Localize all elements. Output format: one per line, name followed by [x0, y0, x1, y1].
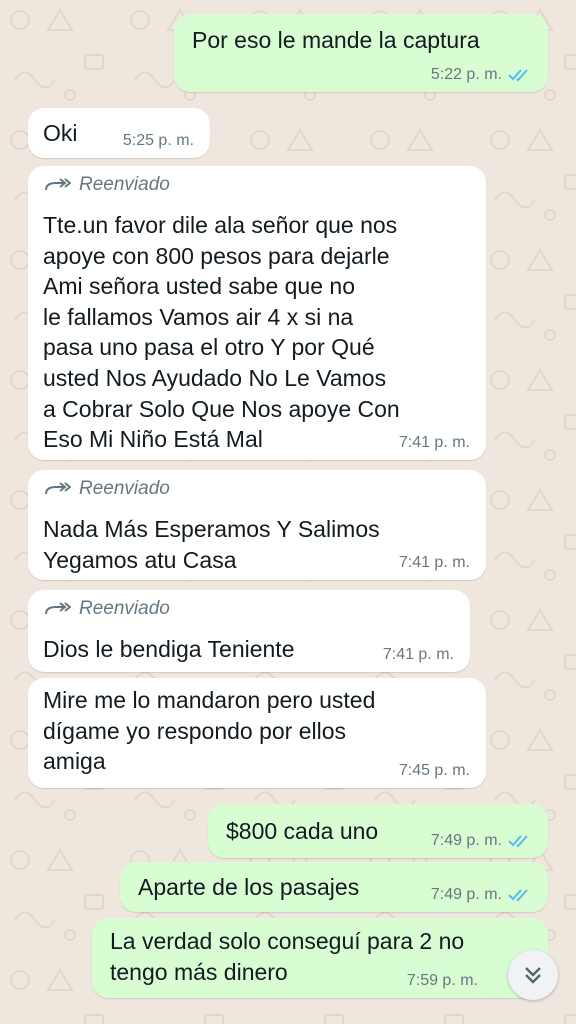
forward-arrow-icon — [45, 602, 71, 615]
forwarded-text: Reenviado — [79, 478, 170, 499]
message-meta: 5:22 p. m. — [431, 66, 532, 84]
message-bubble-incoming[interactable]: Oki 5:25 p. m. — [28, 108, 210, 158]
double-check-icon — [508, 69, 528, 82]
message-bubble-outgoing[interactable]: $800 cada uno 7:49 p. m. — [208, 804, 548, 858]
message-time: 5:25 p. m. — [122, 132, 194, 149]
message-time: 7:49 p. m. — [430, 886, 502, 903]
forwarded-label: Reenviado — [43, 172, 471, 198]
double-check-icon — [508, 889, 528, 902]
message-meta: 5:25 p. m. — [123, 132, 194, 150]
message-bubble-outgoing[interactable]: Aparte de los pasajes 7:49 p. m. — [120, 862, 548, 912]
message-meta: 7:41 p. m. — [399, 434, 470, 452]
message-bubble-outgoing[interactable]: La verdad solo conseguí para 2 no tengo … — [92, 918, 548, 998]
message-bubble-incoming[interactable]: Mire me lo mandaron pero usted dígame yo… — [28, 678, 486, 788]
message-time: 7:41 p. m. — [382, 646, 454, 663]
forwarded-label: Reenviado — [43, 596, 455, 622]
message-meta: 7:45 p. m. — [399, 762, 470, 780]
message-meta: 7:41 p. m. — [383, 646, 454, 664]
message-time: 7:41 p. m. — [398, 554, 470, 571]
scroll-to-bottom-button[interactable] — [508, 950, 558, 1000]
message-meta: 7:49 p. m. — [431, 832, 532, 850]
forward-arrow-icon — [45, 178, 71, 191]
forwarded-text: Reenviado — [79, 598, 170, 619]
message-meta: 7:59 p. m. — [407, 972, 478, 990]
message-bubble-incoming-forwarded[interactable]: Reenviado Tte.un favor dile ala señor qu… — [28, 166, 486, 460]
message-bubble-incoming-forwarded[interactable]: Reenviado Dios le bendiga Teniente 7:41 … — [28, 590, 470, 672]
message-text: Tte.un favor dile ala señor que nos apoy… — [43, 212, 400, 453]
message-time: 7:41 p. m. — [398, 434, 470, 451]
message-time: 7:59 p. m. — [406, 972, 478, 989]
message-text: Por eso le mande la captura — [192, 27, 480, 53]
message-bubble-incoming-forwarded[interactable]: Reenviado Nada Más Esperamos Y Salimos Y… — [28, 470, 486, 580]
message-time: 7:49 p. m. — [430, 832, 502, 849]
forwarded-label: Reenviado — [43, 476, 471, 502]
message-time: 7:45 p. m. — [398, 762, 470, 779]
message-bubble-outgoing[interactable]: Por eso le mande la captura 5:22 p. m. — [174, 14, 548, 92]
forward-arrow-icon — [45, 482, 71, 495]
message-meta: 7:41 p. m. — [399, 554, 470, 572]
forwarded-text: Reenviado — [79, 174, 170, 195]
double-check-icon — [508, 835, 528, 848]
message-meta: 7:49 p. m. — [431, 886, 532, 904]
chevron-double-down-icon — [525, 967, 541, 984]
message-time: 5:22 p. m. — [430, 66, 502, 83]
